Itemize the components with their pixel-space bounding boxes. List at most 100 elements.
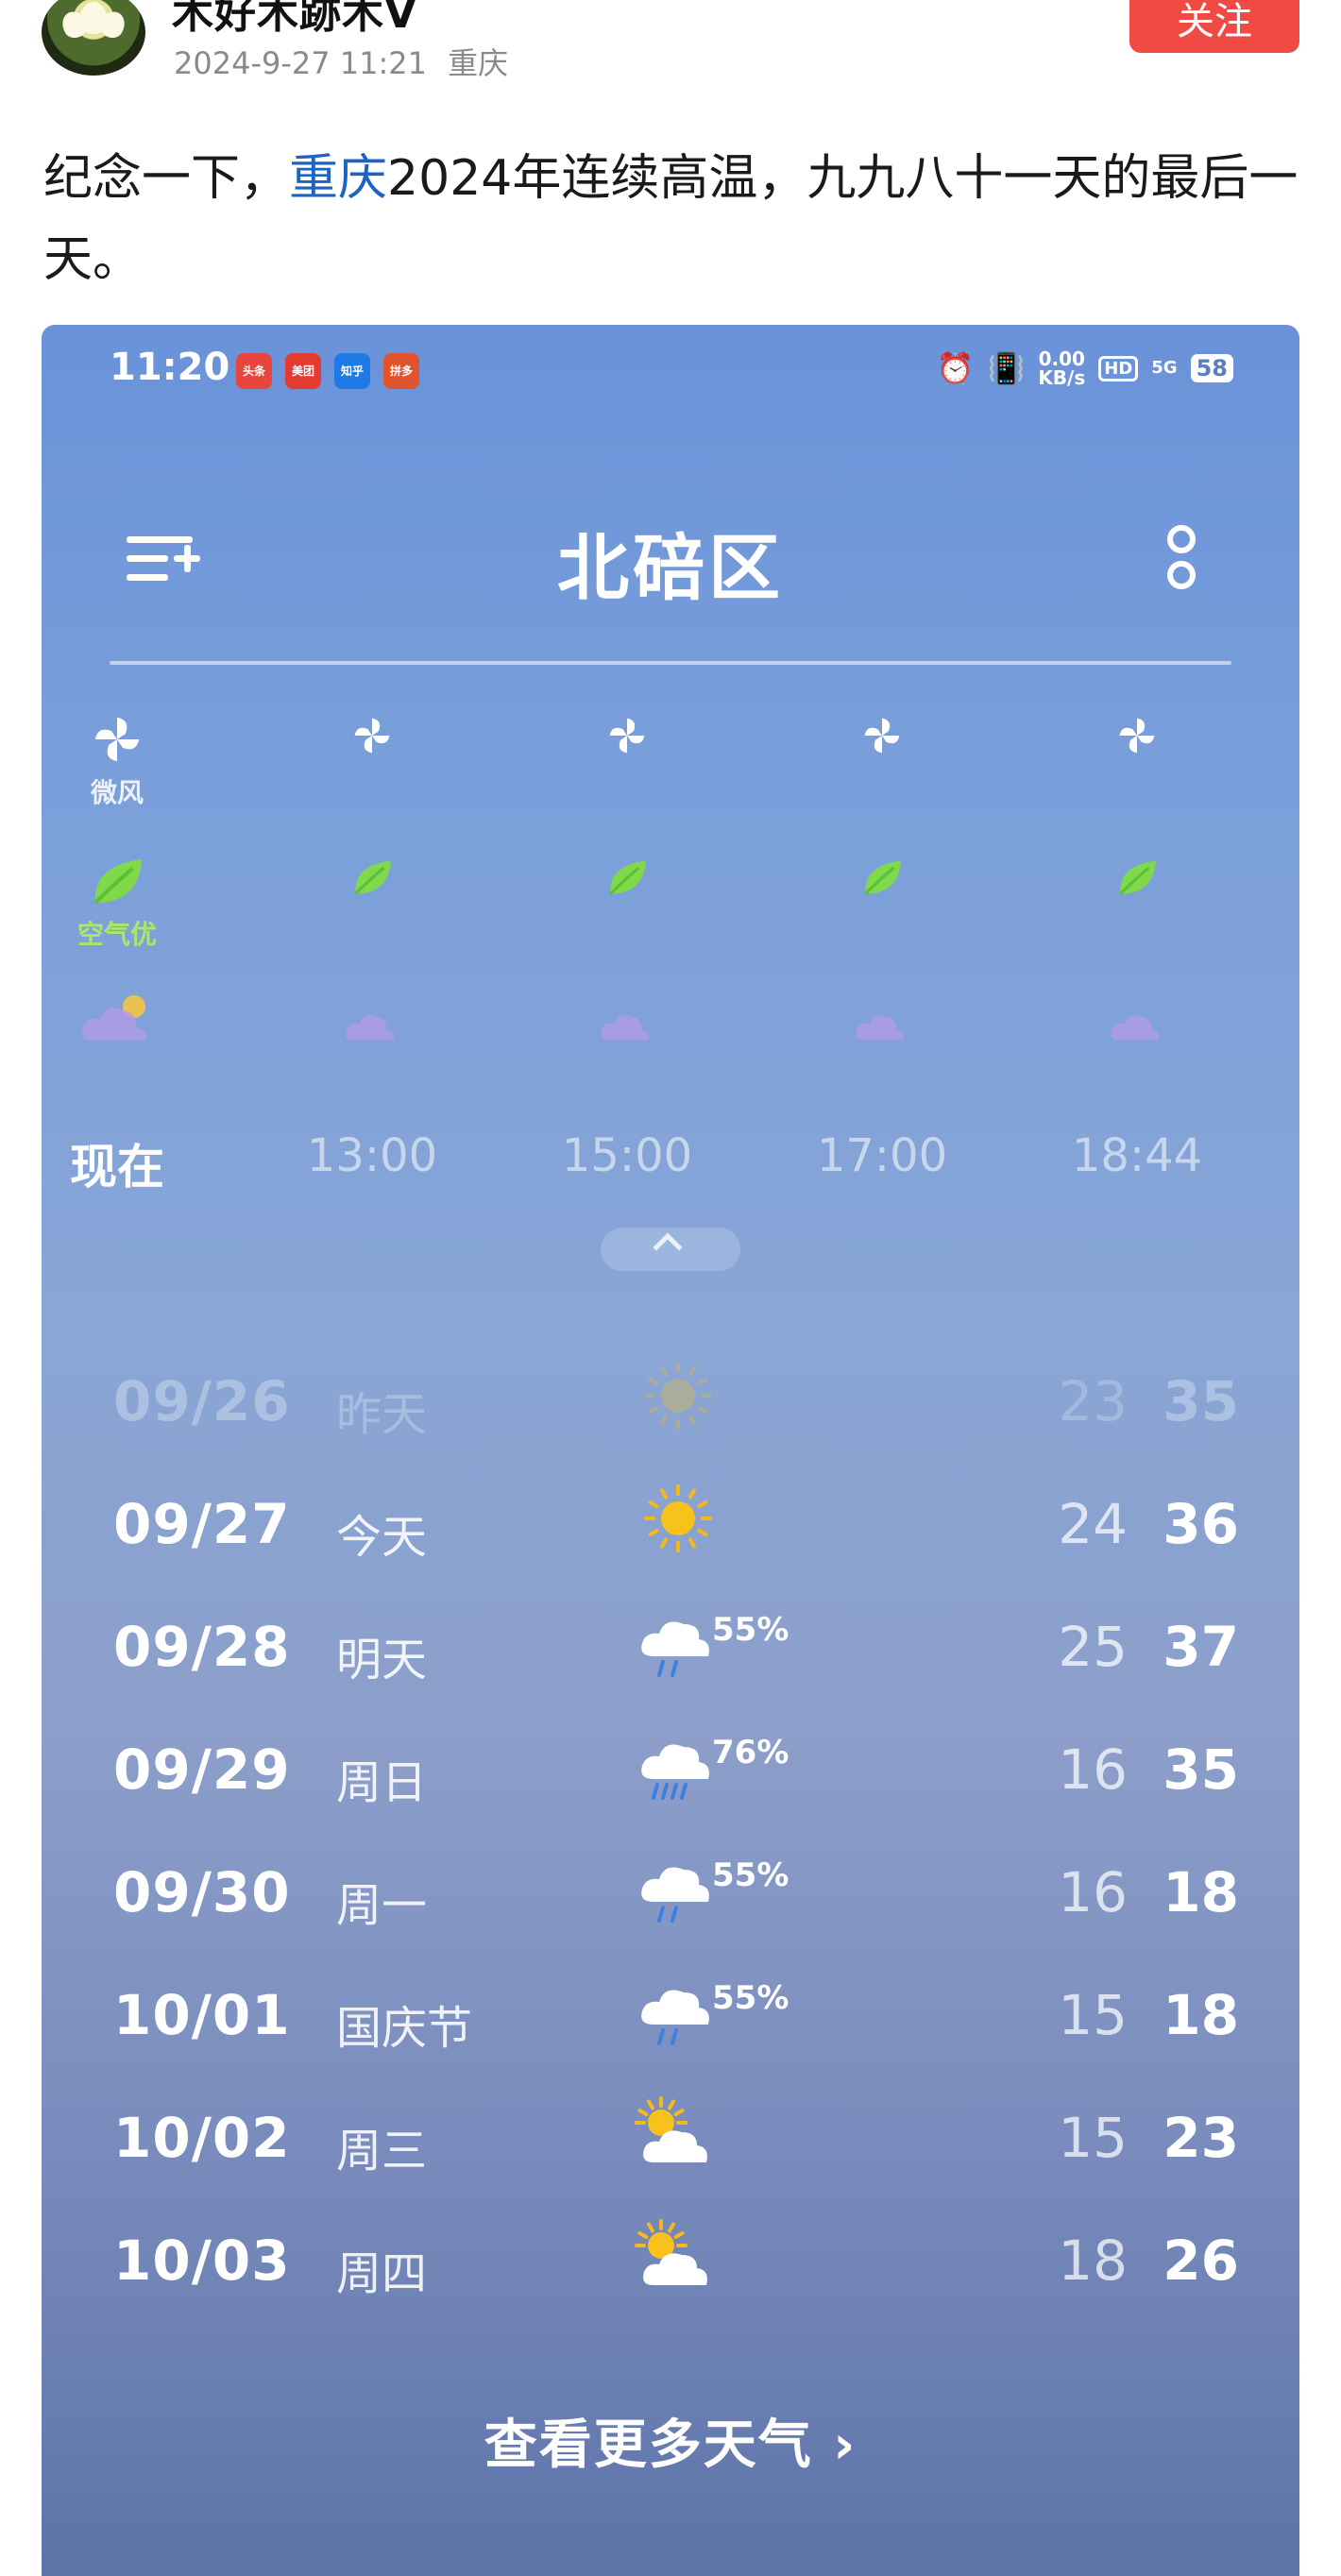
cloud-icon [346,1015,395,1040]
forecast-day-name: 周三 [336,2125,428,2178]
header-divider [110,661,1231,665]
network-speed-value: 0.00 [1038,347,1085,370]
hour-weather [806,1003,958,1045]
hour-wind [806,714,958,757]
hour-wind [1061,714,1213,757]
hour-aqi [297,854,448,901]
more-options-icon[interactable] [1165,525,1197,597]
more-weather-button[interactable]: 查看更多天气 › [42,2402,1299,2479]
high-temp: 26 [1163,2229,1239,2293]
city-title: 北碚区 [557,526,784,610]
author-name[interactable]: 木好木跡木V [172,0,417,40]
post-text-intro: 纪念一下， [43,150,290,207]
forecast-date: 10/02 [113,2106,291,2170]
pinwheel-icon [864,718,900,754]
forecast-row[interactable]: 09/26 昨天 23 35 [42,1362,1299,1464]
forecast-row[interactable]: 10/03 周四 18 26 [42,2219,1299,2323]
forecast-date: 09/29 [113,1737,291,1802]
hour-time: 现在 [70,1140,164,1195]
meituan-app-icon: 美团 [285,353,321,389]
precip-chance: 55% [712,1611,789,1649]
forecast-date: 09/26 [113,1369,291,1433]
high-temp: 37 [1163,1615,1239,1679]
pinduoduo-app-icon: 拼多 [383,353,419,389]
high-temp: 36 [1163,1492,1239,1556]
post-header: 木好木跡木V 2024-9-27 11:21 重庆 关注 [0,0,1341,104]
chevron-up-icon [653,1232,683,1263]
high-temp: 18 [1163,1983,1239,2047]
low-temp: 16 [1058,1860,1128,1924]
forecast-date: 09/28 [113,1615,291,1679]
forecast-day-name: 国庆节 [336,2002,473,2055]
hour-weather [297,1003,448,1045]
precip-chance: 55% [712,1979,789,2017]
network-speed: 0.00 KB/s [1038,349,1085,387]
post-meta: 2024-9-27 11:21 重庆 [174,40,519,83]
leaf-icon [93,858,143,905]
zhihu-app-icon: 知乎 [334,353,370,389]
hour-wind [552,714,703,757]
low-temp: 18 [1058,2229,1128,2293]
hour-time: 15:00 [561,1129,693,1182]
hour-time: 18:44 [1071,1129,1203,1182]
post-location: 重庆 [448,45,509,81]
forecast-row[interactable]: 09/27 今天 24 36 [42,1484,1299,1586]
forecast-day-name: 明天 [336,1634,428,1686]
cloud-icon [601,1015,650,1040]
network-speed-unit: KB/s [1038,366,1086,389]
forecast-row[interactable]: 10/01 国庆节 55% 15 18 [42,1979,1299,2077]
forecast-row[interactable]: 10/02 周三 15 23 [42,2096,1299,2200]
status-icons: ⏰ 📳 0.00 KB/s HD 5G 58 [937,349,1233,387]
forecast-date: 09/27 [113,1492,291,1556]
cloud-icon [1111,1015,1160,1040]
leaf-icon [354,860,391,895]
pinwheel-icon [1119,718,1155,754]
hour-wind: 微风 [42,712,193,810]
status-time: 11:20 [110,346,230,389]
high-temp: 23 [1163,2106,1239,2170]
low-temp: 15 [1058,1983,1128,2047]
hd-icon: HD [1098,355,1139,381]
low-temp: 24 [1058,1492,1128,1556]
forecast-day-name: 今天 [336,1511,428,1564]
partly-cloudy-icon [631,2091,725,2176]
forecast-date: 10/03 [113,2229,291,2293]
sun-icon [631,1477,725,1562]
cloud-icon [856,1015,905,1040]
forecast-date: 10/01 [113,1983,291,2047]
forecast-row[interactable]: 09/28 明天 55% 25 37 [42,1611,1299,1709]
heavy-rain-cloud-icon [631,1722,725,1807]
pinwheel-icon [609,718,645,754]
forecast-day-name: 周日 [336,1756,428,1809]
rain-cloud-icon [631,1600,725,1685]
hour-wind [297,714,448,757]
forecast-row[interactable]: 09/29 周日 76% 16 35 [42,1734,1299,1832]
hour-aqi [552,854,703,901]
pinwheel-icon [94,717,140,762]
hour-weather [1061,1003,1213,1045]
low-temp: 23 [1058,1369,1128,1433]
post-text: 纪念一下，重庆2024年连续高温，九九八十一天的最后一天。 [43,138,1309,300]
vibrate-icon: 📳 [987,350,1026,386]
collapse-handle[interactable] [601,1228,740,1271]
leaf-icon [1119,860,1156,895]
weather-screenshot-image[interactable]: 11:20 头条 美团 知乎 拼多 ⏰ 📳 0.00 KB/s HD 5G 58… [42,325,1299,2576]
forecast-row[interactable]: 09/30 周一 55% 16 18 [42,1856,1299,1955]
precip-chance: 55% [712,1856,789,1894]
alarm-icon: ⏰ [936,350,975,386]
high-temp: 35 [1163,1369,1239,1433]
hour-time: 13:00 [306,1129,438,1182]
status-app-icons: 头条 美团 知乎 拼多 [236,353,419,389]
hour-aqi [806,854,958,901]
topic-link[interactable]: 重庆 [289,150,387,207]
pinwheel-icon [354,718,390,754]
author-avatar[interactable] [42,0,145,76]
precip-chance: 76% [712,1734,789,1771]
forecast-day-name: 周一 [336,1879,428,1932]
hour-weather [552,1003,703,1045]
aqi-label: 空气优 [76,919,157,950]
low-temp: 25 [1058,1615,1128,1679]
follow-button[interactable]: 关注 [1129,0,1299,53]
high-temp: 35 [1163,1737,1239,1802]
forecast-day-name: 昨天 [336,1388,428,1441]
